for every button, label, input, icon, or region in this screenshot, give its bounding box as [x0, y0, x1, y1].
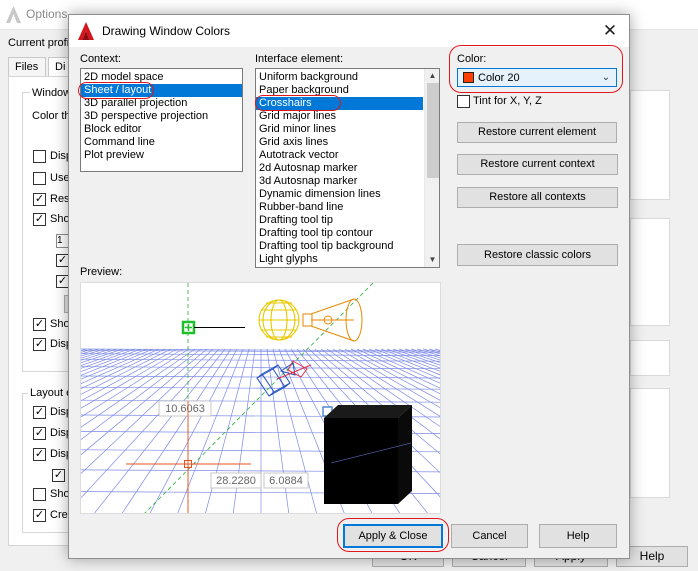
color-theme-label: Color th [32, 110, 71, 122]
bg-checkbox-label: Res [50, 193, 70, 205]
grid-line [422, 348, 440, 355]
autocad-logo-icon [6, 6, 21, 23]
context-item[interactable]: Sheet / layout [81, 84, 242, 97]
bg-checkbox-label: Sho [50, 213, 70, 225]
restore-all-contexts-button[interactable]: Restore all contexts [457, 187, 618, 208]
interface-element-item[interactable]: Drafting tool tip contour [256, 227, 423, 240]
grid-line [266, 348, 290, 513]
bg-right-panel [630, 388, 670, 498]
tab-files[interactable]: Files [8, 57, 46, 76]
context-item[interactable]: 2D model space [81, 71, 242, 84]
interface-element-item[interactable]: Paper background [256, 84, 423, 97]
dialog-title: Drawing Window Colors [102, 24, 231, 38]
context-item[interactable]: Command line [81, 136, 242, 149]
options-title: Options [26, 7, 68, 21]
preview-label: Preview: [80, 266, 123, 278]
color-swatch [463, 72, 474, 83]
dialog-titlebar: Drawing Window Colors ✕ [69, 15, 629, 47]
dim-box-1: 10.6063 [158, 400, 212, 417]
bg-right-panel [630, 340, 670, 376]
interface-element-item[interactable]: Autotrack vector [256, 149, 423, 162]
bg-checkbox-label: Use [50, 172, 70, 184]
restore-classic-colors-button[interactable]: Restore classic colors [457, 244, 618, 266]
chevron-down-icon[interactable]: ⌄ [598, 70, 614, 85]
preview-cube [324, 405, 412, 504]
bg-right-panel [630, 90, 670, 200]
bg-checkbox-label: Sho [50, 318, 70, 330]
dimension-value: 28.2280 [216, 475, 256, 487]
dimension-value: 6.0884 [269, 475, 303, 487]
point-light-glyph-icon [258, 299, 300, 341]
current-profile-label: Current profil [8, 37, 72, 49]
bg-checkbox[interactable]: ✓ [33, 509, 46, 522]
bg-checkbox[interactable] [33, 150, 46, 163]
context-item[interactable]: 3D parallel projection [81, 97, 242, 110]
interface-element-item[interactable]: 3d Autosnap marker [256, 175, 423, 188]
interface-element-item[interactable]: Light glyphs [256, 253, 423, 266]
bg-checkbox[interactable] [33, 172, 46, 185]
close-icon[interactable]: ✕ [599, 20, 621, 42]
color-value: Color 20 [478, 72, 520, 84]
interface-element-item[interactable]: Drafting tool tip background [256, 240, 423, 253]
grid-line [232, 348, 256, 513]
interface-element-item[interactable]: Grid major lines [256, 110, 423, 123]
apply-close-button[interactable]: Apply & Close [343, 524, 443, 548]
bg-checkbox-label: Sho [50, 488, 70, 500]
context-item[interactable]: 3D perspective projection [81, 110, 242, 123]
grid-line [149, 348, 238, 513]
restore-current-element-button[interactable]: Restore current element [457, 122, 617, 143]
dimension-value: 10.6063 [165, 403, 205, 415]
dim-box-2: 28.2280 [210, 472, 262, 489]
scroll-thumb[interactable] [427, 83, 439, 178]
color-label: Color: [457, 53, 487, 65]
interface-element-listbox[interactable]: Uniform background Paper background Crossh… [255, 68, 440, 268]
interface-element-item[interactable]: Grid minor lines [256, 123, 423, 136]
color-dropdown[interactable]: Color 20 ⌄ [457, 68, 617, 87]
interface-element-item[interactable]: Grid axis lines [256, 136, 423, 149]
interface-element-item[interactable]: Uniform background [256, 71, 423, 84]
bg-checkbox[interactable]: ✓ [52, 469, 65, 482]
tint-label: Tint for X, Y, Z [473, 95, 542, 107]
context-item[interactable]: Plot preview [81, 149, 242, 162]
context-label: Context: [80, 53, 121, 65]
bg-checkbox[interactable]: ✓ [33, 338, 46, 351]
scroll-up-icon[interactable]: ▲ [425, 69, 439, 82]
autocad-logo-icon [78, 22, 94, 40]
interface-element-label: Interface element: [255, 53, 344, 65]
drawing-window-colors-dialog: Drawing Window Colors ✕ Context: 2D mode… [68, 14, 630, 559]
bg-checkbox[interactable]: ✓ [33, 193, 46, 206]
scroll-down-icon[interactable]: ▼ [425, 253, 439, 266]
cancel-button[interactable]: Cancel [451, 524, 528, 548]
interface-element-item[interactable]: 2d Autosnap marker [256, 162, 423, 175]
tint-checkbox[interactable] [457, 95, 470, 108]
bg-checkbox[interactable]: ✓ [33, 427, 46, 440]
interface-element-item[interactable]: Dynamic dimension lines [256, 188, 423, 201]
dim-box-3: 6.0884 [263, 472, 309, 489]
bg-checkbox[interactable]: ✓ [33, 448, 46, 461]
bg-checkbox[interactable]: ✓ [33, 213, 46, 226]
bg-checkbox[interactable] [33, 488, 46, 501]
context-item[interactable]: Block editor [81, 123, 242, 136]
context-listbox[interactable]: 2D model space Sheet / layout 3D parallel … [80, 68, 243, 172]
interface-element-item[interactable]: Rubber-band line [256, 201, 423, 214]
interface-element-item[interactable]: Drafting tool tip [256, 214, 423, 227]
restore-current-context-button[interactable]: Restore current context [457, 154, 618, 175]
window-elements-group [22, 92, 72, 372]
interface-element-item[interactable]: Crosshairs [256, 97, 423, 110]
grid-line [205, 348, 250, 513]
preview-pane: 10.6063 28.2280 6.0884 [80, 282, 441, 514]
bg-right-panel [630, 218, 670, 326]
interface-scrollbar[interactable]: ▲ ▼ [424, 69, 439, 267]
bg-checkbox[interactable]: ✓ [33, 406, 46, 419]
bg-checkbox[interactable]: ✓ [33, 318, 46, 331]
window-elements-label: Window [30, 87, 74, 99]
help-button[interactable]: Help [539, 524, 617, 548]
preview-canvas: 10.6063 28.2280 6.0884 [81, 283, 440, 513]
spotlight-glyph-icon [302, 298, 363, 342]
